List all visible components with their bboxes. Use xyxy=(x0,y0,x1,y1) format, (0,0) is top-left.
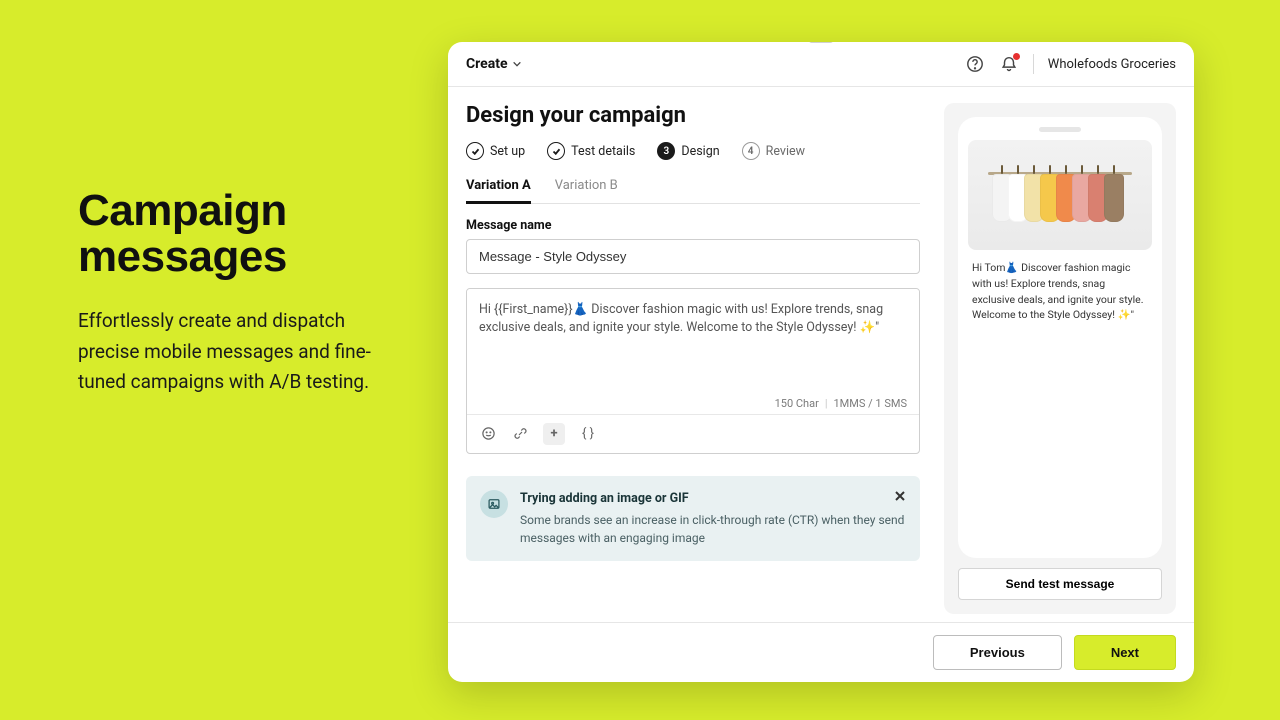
notification-bell-icon[interactable] xyxy=(999,54,1019,74)
tip-card: Trying adding an image or GIF Some brand… xyxy=(466,476,920,562)
preview-image xyxy=(968,140,1152,250)
message-body-textarea[interactable] xyxy=(467,289,919,389)
create-label: Create xyxy=(466,56,508,72)
tab-variation-b[interactable]: Variation B xyxy=(555,178,618,203)
message-editor: 150 Char|1MMS / 1 SMS + { } xyxy=(466,288,920,454)
preview-message: Hi Tom👗 Discover fashion magic with us! … xyxy=(968,260,1152,323)
org-name[interactable]: Wholefoods Groceries xyxy=(1048,57,1176,72)
send-test-button[interactable]: Send test message xyxy=(958,568,1162,600)
add-icon[interactable]: + xyxy=(543,423,565,445)
phone-preview: Hi Tom👗 Discover fashion magic with us! … xyxy=(958,117,1162,558)
promo-headline: Campaign messages xyxy=(78,188,378,280)
promo-body: Effortlessly create and dispatch precise… xyxy=(78,306,378,397)
footer-bar: Previous Next xyxy=(448,622,1194,682)
link-icon[interactable] xyxy=(511,425,529,443)
stepper: Set up Test details 3 Design 4 Review xyxy=(466,142,920,160)
message-toolbar: + { } xyxy=(467,414,919,453)
preview-panel: Hi Tom👗 Discover fashion magic with us! … xyxy=(944,103,1176,614)
divider xyxy=(1033,54,1034,74)
variable-icon[interactable]: { } xyxy=(579,425,597,443)
step-review[interactable]: 4 Review xyxy=(742,142,805,160)
app-window: Create Wholefoods Groceries Design your … xyxy=(448,42,1194,682)
image-icon xyxy=(480,490,508,518)
tip-title: Trying adding an image or GIF xyxy=(520,490,906,509)
message-name-input[interactable] xyxy=(466,239,920,274)
message-name-label: Message name xyxy=(466,218,920,233)
emoji-icon[interactable] xyxy=(479,425,497,443)
tab-variation-a[interactable]: Variation A xyxy=(466,178,531,204)
chevron-down-icon xyxy=(512,59,522,69)
previous-button[interactable]: Previous xyxy=(933,635,1062,670)
notification-dot-icon xyxy=(1013,53,1020,60)
variation-tabs: Variation A Variation B xyxy=(466,178,920,204)
message-meta: 150 Char|1MMS / 1 SMS xyxy=(467,393,919,414)
help-icon[interactable] xyxy=(965,54,985,74)
step-setup[interactable]: Set up xyxy=(466,142,525,160)
promo-panel: Campaign messages Effortlessly create an… xyxy=(78,188,378,398)
check-icon xyxy=(466,142,484,160)
create-dropdown[interactable]: Create xyxy=(466,56,522,72)
top-bar: Create Wholefoods Groceries xyxy=(448,42,1194,87)
tip-body-text: Some brands see an increase in click-thr… xyxy=(520,511,906,547)
step-test-details[interactable]: Test details xyxy=(547,142,635,160)
close-icon[interactable] xyxy=(892,488,908,504)
page-title: Design your campaign xyxy=(466,103,920,128)
step-design[interactable]: 3 Design xyxy=(657,142,719,160)
phone-notch-icon xyxy=(1039,127,1081,132)
check-icon xyxy=(547,142,565,160)
next-button[interactable]: Next xyxy=(1074,635,1176,670)
